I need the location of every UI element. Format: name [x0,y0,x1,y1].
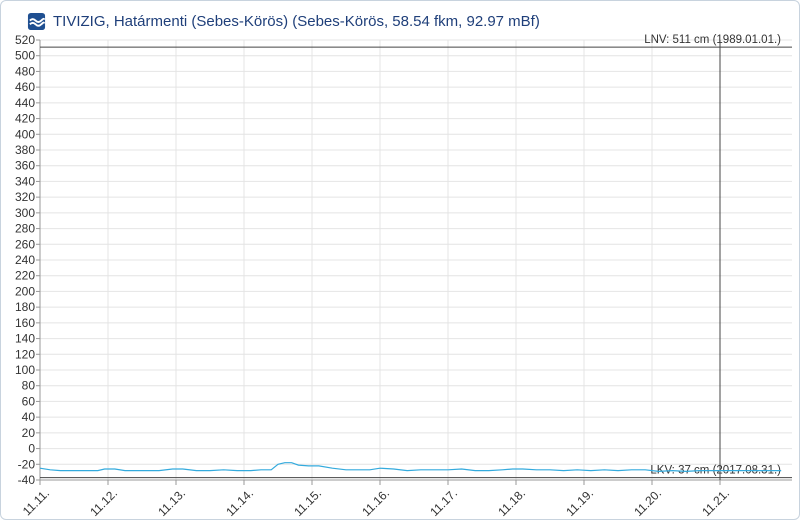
y-tick-label: -40 [18,473,36,487]
x-tick-label: 11.20. [631,486,664,519]
x-tick-label: 11.14. [223,486,256,519]
y-tick-label: 500 [15,49,35,63]
y-tick-label: 80 [22,379,36,393]
x-tick-label: 11.15. [291,486,324,519]
reference-label: LNV: 511 cm (1989.01.01.) [644,34,781,46]
y-tick-label: 120 [15,347,35,361]
y-tick-label: 280 [15,222,35,236]
y-tick-label: 220 [15,269,35,283]
y-tick-label: 400 [15,127,35,141]
x-tick-label: 11.19. [563,486,596,519]
x-tick-label: 11.17. [427,486,460,519]
y-tick-label: 180 [15,300,35,314]
y-tick-label: 100 [15,363,35,377]
y-tick-label: 460 [15,80,35,94]
y-tick-label: 380 [15,143,35,157]
y-tick-label: 40 [22,410,36,424]
x-tick-label: 11.16. [359,486,392,519]
y-tick-label: 200 [15,284,35,298]
x-tick-label: 11.21. [699,486,732,519]
y-tick-label: 20 [22,426,36,440]
x-tick-label: 11.11. [20,486,52,518]
y-tick-label: 160 [15,316,35,330]
y-tick-label: -20 [18,457,36,471]
y-tick-label: 520 [15,33,35,47]
y-tick-label: 420 [15,112,35,126]
y-tick-label: 140 [15,332,35,346]
x-tick-label: 11.13. [155,486,188,519]
x-tick-label: 11.18. [495,486,528,519]
y-tick-label: 360 [15,159,35,173]
y-tick-label: 480 [15,64,35,78]
y-tick-label: 60 [22,394,36,408]
y-tick-label: 0 [28,442,35,456]
y-tick-label: 260 [15,237,35,251]
water-level-chart: 5205004804604404204003803603403203002802… [15,33,792,519]
y-tick-label: 320 [15,190,35,204]
y-tick-label: 340 [15,174,35,188]
x-tick-label: 11.12. [87,486,120,519]
y-tick-label: 440 [15,96,35,110]
y-tick-label: 240 [15,253,35,267]
y-tick-label: 300 [15,206,35,220]
